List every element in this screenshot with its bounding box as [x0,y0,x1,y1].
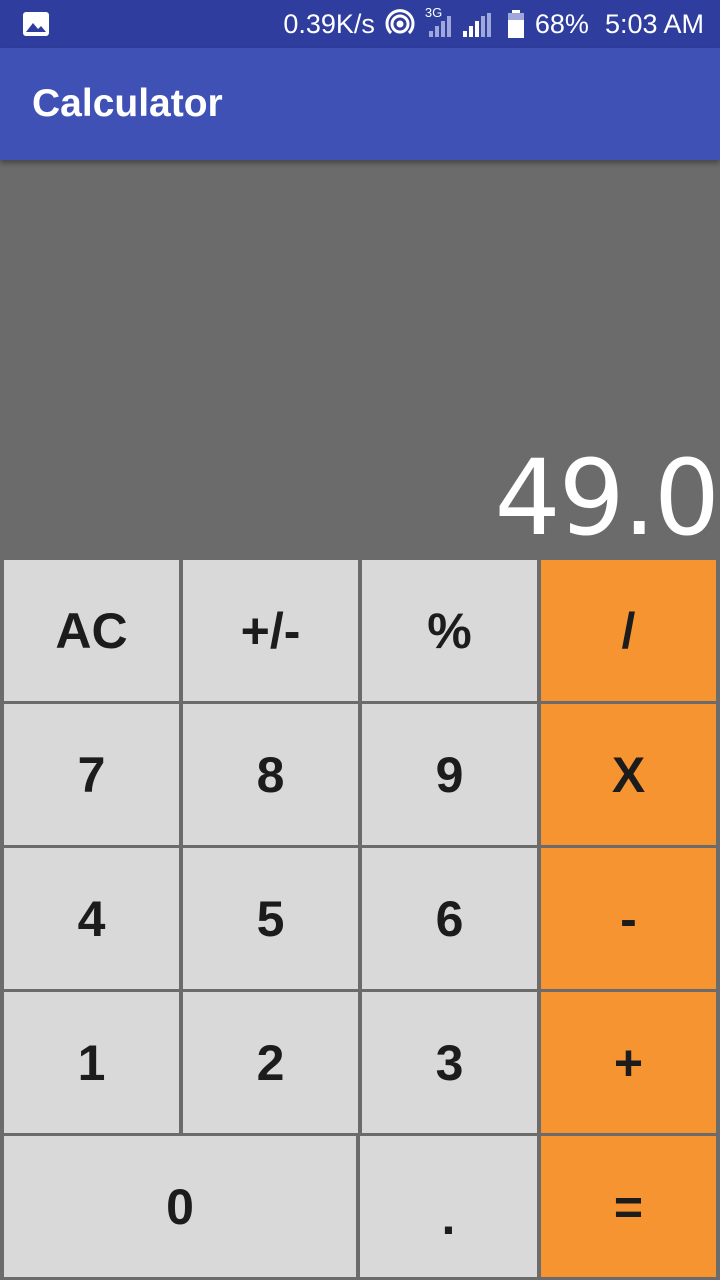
digit-9-button[interactable]: 9 [362,704,537,845]
app-bar: Calculator [0,48,720,160]
clock: 5:03 AM [604,8,704,39]
equals-button[interactable]: = [541,1136,716,1277]
signal-strength-icon [428,13,491,37]
battery-percent: 68% [534,8,589,39]
app-title: Calculator [32,82,223,125]
digit-3-button[interactable]: 3 [362,992,537,1133]
digit-4-button[interactable]: 4 [4,848,179,989]
result-display: 49.0 [0,160,720,560]
divide-button[interactable]: / [541,560,716,701]
network-speed: 0.39K/s [283,8,375,39]
status-indicators: 0.39K/s 3G 68% 5:03 AM [273,0,704,48]
add-button[interactable]: + [541,992,716,1133]
clear-button[interactable]: AC [4,560,179,701]
percent-button[interactable]: % [362,560,537,701]
display-value: 49.0 [494,437,720,559]
digit-5-button[interactable]: 5 [183,848,358,989]
digit-0-button[interactable]: 0 [4,1136,356,1277]
digit-7-button[interactable]: 7 [4,704,179,845]
plus-minus-button[interactable]: +/- [183,560,358,701]
hotspot-icon [385,9,415,35]
digit-6-button[interactable]: 6 [362,848,537,989]
signal-group: 3G [425,5,497,39]
digit-1-button[interactable]: 1 [4,992,179,1133]
decimal-button[interactable]: . [360,1136,537,1277]
gallery-notification-icon [23,12,49,36]
battery-icon [507,10,524,38]
digit-2-button[interactable]: 2 [183,992,358,1133]
subtract-button[interactable]: - [541,848,716,989]
keypad: AC +/- % / 7 8 9 X 4 5 6 - 1 2 3 + 0 . = [0,558,720,1280]
digit-8-button[interactable]: 8 [183,704,358,845]
status-bar: 0.39K/s 3G 68% 5:03 AM [0,0,720,48]
multiply-button[interactable]: X [541,704,716,845]
